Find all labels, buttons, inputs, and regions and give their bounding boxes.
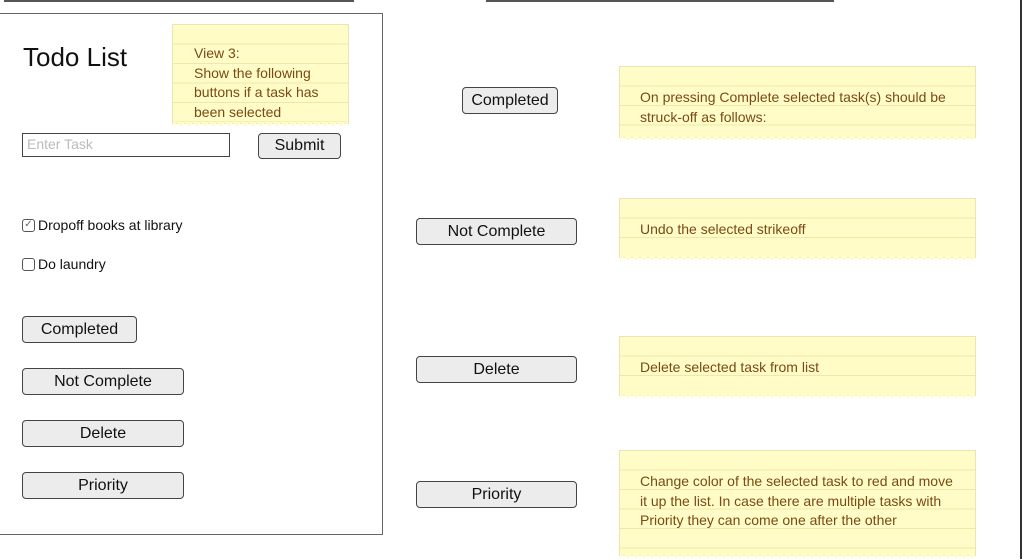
task-label: Dropoff books at library — [38, 217, 183, 233]
delete-note-text: Delete selected task from list — [640, 359, 819, 375]
task-item[interactable]: Do laundry — [22, 256, 106, 272]
view-note: View 3: Show the following buttons if a … — [172, 24, 349, 128]
delete-button-annotation[interactable]: Delete — [416, 356, 577, 383]
delete-note: Delete selected task from list — [619, 336, 976, 400]
priority-button-annotation[interactable]: Priority — [416, 481, 577, 508]
task-input[interactable]: Enter Task — [22, 133, 230, 157]
right-edge-divider — [1020, 0, 1022, 559]
priority-note: Change color of the selected task to red… — [619, 450, 976, 560]
not-complete-button-annotation[interactable]: Not Complete — [416, 218, 577, 245]
task-label: Do laundry — [38, 256, 106, 272]
view-note-text: View 3: Show the following buttons if a … — [194, 45, 319, 120]
completed-note-text: On pressing Complete selected task(s) sh… — [640, 89, 946, 125]
page-title: Todo List — [23, 42, 128, 72]
not-complete-note: Undo the selected strikeoff — [619, 198, 976, 262]
delete-button[interactable]: Delete — [22, 420, 184, 447]
priority-note-text: Change color of the selected task to red… — [640, 473, 953, 528]
priority-button[interactable]: Priority — [22, 472, 184, 499]
checkbox-checked-icon[interactable]: ✓ — [22, 218, 35, 232]
top-divider-left — [4, 0, 354, 2]
not-complete-note-text: Undo the selected strikeoff — [640, 221, 806, 237]
task-item[interactable]: ✓ Dropoff books at library — [22, 217, 182, 233]
completed-note: On pressing Complete selected task(s) sh… — [619, 66, 976, 142]
checkbox-icon[interactable] — [22, 257, 35, 271]
completed-button-annotation[interactable]: Completed — [462, 87, 558, 114]
submit-button[interactable]: Submit — [258, 133, 341, 159]
not-complete-button[interactable]: Not Complete — [22, 368, 184, 395]
completed-button[interactable]: Completed — [22, 316, 137, 343]
top-divider-right — [486, 0, 834, 2]
